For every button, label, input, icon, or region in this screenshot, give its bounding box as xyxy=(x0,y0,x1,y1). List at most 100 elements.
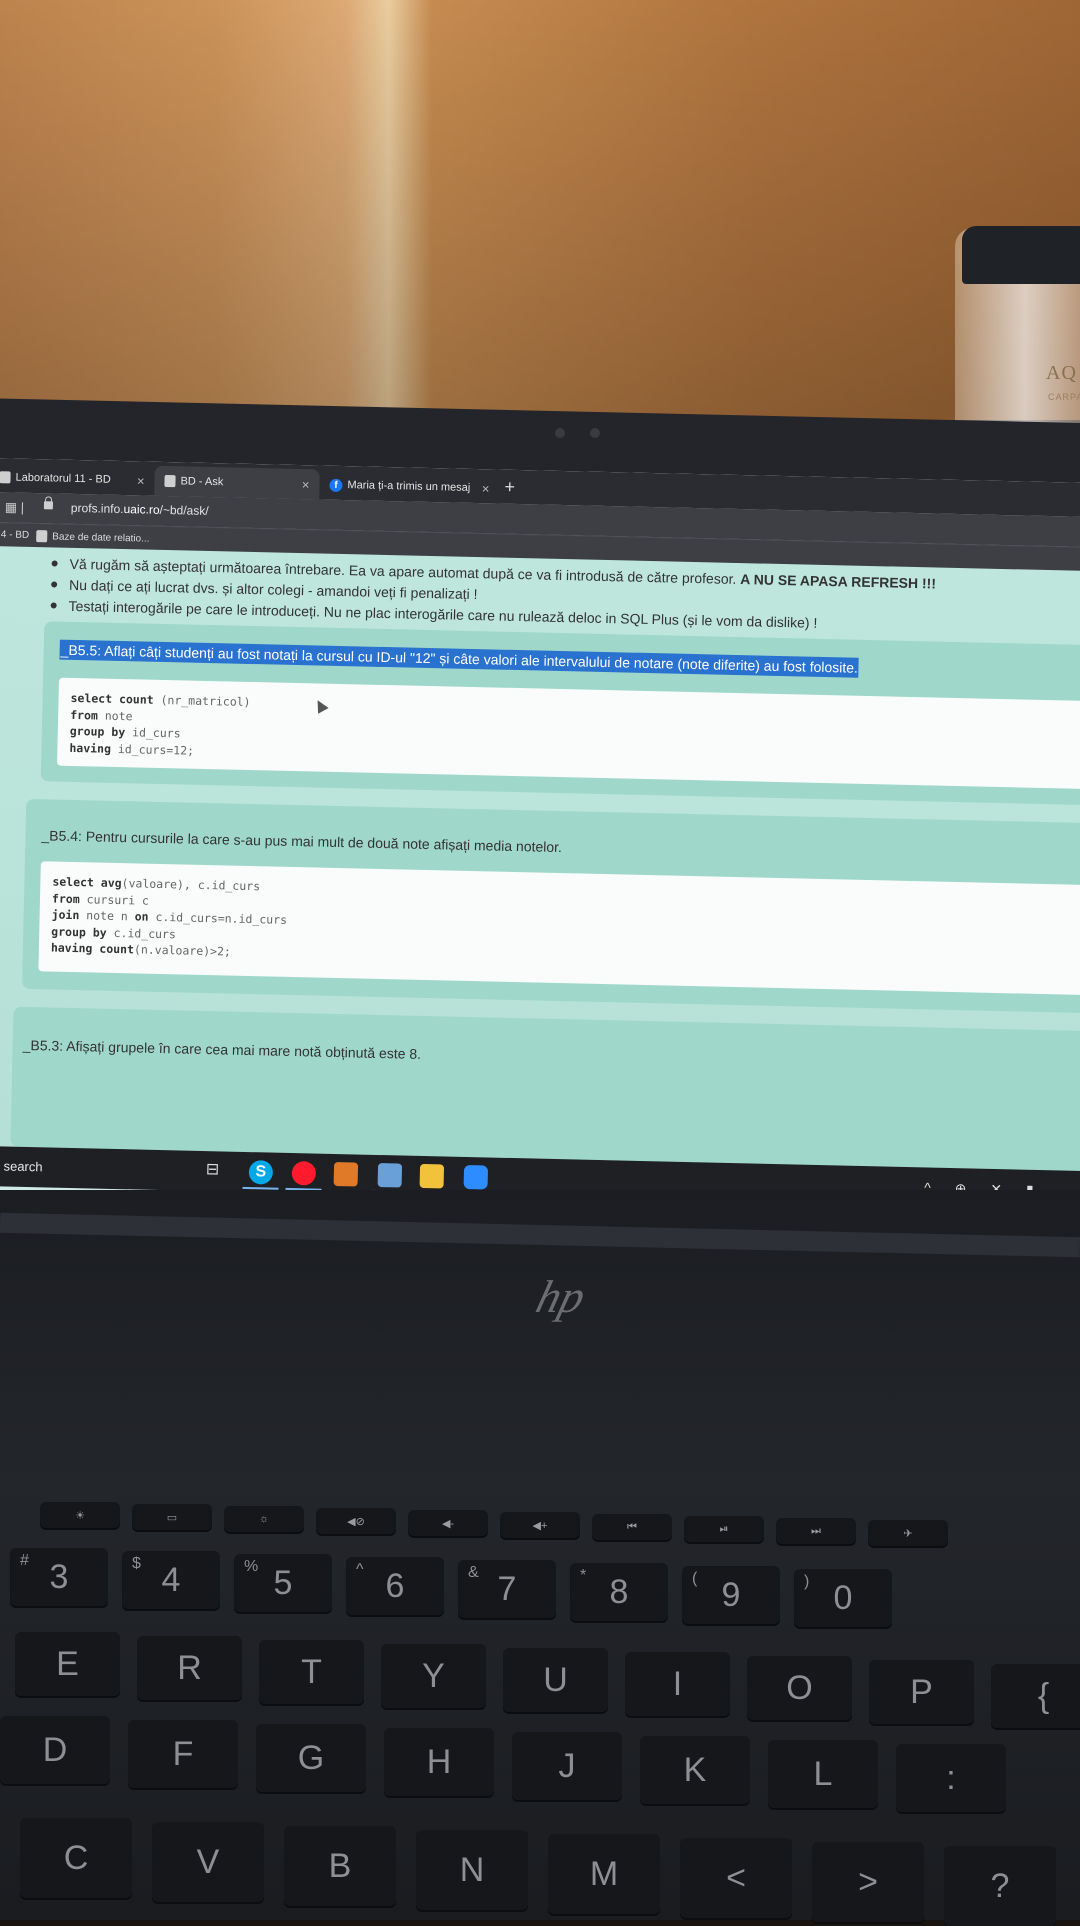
opera-icon[interactable] xyxy=(291,1161,317,1186)
key-p[interactable]: P xyxy=(869,1660,974,1724)
skype-icon[interactable]: S xyxy=(248,1160,274,1185)
key-label: ⏭ xyxy=(811,1524,821,1537)
key-label: N xyxy=(459,1850,485,1889)
key-label: ☀ xyxy=(75,1509,85,1522)
key-label: F xyxy=(172,1734,194,1773)
key-label: C xyxy=(63,1838,89,1877)
key-label: ⏮ xyxy=(627,1520,637,1533)
bookmark-item[interactable]: ul 4 - BD xyxy=(0,529,29,541)
key-label: > xyxy=(858,1862,878,1901)
function-key[interactable]: ◀- xyxy=(408,1510,488,1536)
key-label: 9 xyxy=(721,1575,741,1614)
key-label: 5 xyxy=(273,1563,293,1602)
tab-label: Maria ți-a trimis un mesaj xyxy=(347,479,471,494)
key-t[interactable]: T xyxy=(259,1640,364,1704)
key-j[interactable]: J xyxy=(512,1732,622,1800)
lock-icon[interactable] xyxy=(43,501,54,510)
key-5[interactable]: 5% xyxy=(234,1554,332,1612)
key-g[interactable]: G xyxy=(256,1724,366,1792)
key-0[interactable]: 0) xyxy=(794,1569,892,1627)
function-key[interactable]: ◀+ xyxy=(500,1512,580,1538)
key-label: L xyxy=(813,1754,833,1793)
close-icon[interactable]: × xyxy=(302,477,310,492)
key-{[interactable]: { xyxy=(991,1664,1080,1728)
key-6[interactable]: 6 ^ xyxy=(346,1557,444,1615)
key-r[interactable]: R xyxy=(137,1636,242,1700)
apps-grid-icon[interactable]: ▦ | xyxy=(5,499,25,515)
key-y[interactable]: Y xyxy=(381,1644,486,1708)
key-o[interactable]: O xyxy=(747,1656,852,1720)
key-f[interactable]: F xyxy=(128,1720,238,1788)
close-icon[interactable]: × xyxy=(137,473,145,488)
document-icon xyxy=(164,474,176,488)
tab-laboratorul[interactable]: Laboratorul 11 - BD × xyxy=(0,462,155,496)
zoom-icon[interactable] xyxy=(463,1164,489,1190)
key-b[interactable]: B xyxy=(284,1826,396,1906)
key-label: 8 xyxy=(609,1572,629,1611)
url-text[interactable]: profs.info.uaic.ro/~bd/ask/ xyxy=(71,501,209,518)
function-key[interactable]: ☀ xyxy=(40,1502,120,1528)
key-e[interactable]: E xyxy=(15,1632,120,1696)
facebook-icon: f xyxy=(329,478,343,492)
key-v[interactable]: V xyxy=(152,1822,264,1902)
answer-code-block[interactable]: select count (nr_matricol) from note gro… xyxy=(57,677,1080,790)
new-tab-button[interactable]: + xyxy=(504,477,515,498)
key->[interactable]: > xyxy=(812,1842,924,1922)
key-c[interactable]: C xyxy=(20,1818,132,1898)
key-:[interactable]: : xyxy=(896,1744,1006,1812)
key-label: 3 xyxy=(49,1557,69,1596)
key-label: ◀⊘ xyxy=(347,1515,365,1528)
taskbar-search[interactable]: re to search xyxy=(0,1158,43,1175)
key-label: R xyxy=(177,1648,202,1687)
key-shift-label: $ xyxy=(132,1555,141,1572)
page-content: Vă rugăm să așteptați următoarea întreba… xyxy=(0,545,1080,1172)
key-label: ☼ xyxy=(258,1513,270,1525)
function-key[interactable]: ▭ xyxy=(132,1504,212,1530)
function-key[interactable]: ✈ xyxy=(868,1520,948,1546)
question-card: _B5.3: Afișați grupele în care cea mai m… xyxy=(10,1006,1080,1172)
key-label: ◀+ xyxy=(532,1519,548,1532)
key-label: T xyxy=(301,1652,322,1691)
key-label: 6 xyxy=(385,1566,405,1605)
key-label: { xyxy=(1037,1676,1050,1715)
bottle-cap xyxy=(962,226,1080,284)
key-m[interactable]: M xyxy=(548,1834,660,1914)
bottle-label: AQ xyxy=(1046,362,1077,384)
key-4[interactable]: 4 $ xyxy=(122,1551,220,1609)
key-label: B xyxy=(328,1846,352,1885)
key-9[interactable]: 9( xyxy=(682,1566,780,1624)
function-key[interactable]: ◀⊘ xyxy=(316,1508,396,1534)
key-d[interactable]: D xyxy=(0,1716,110,1784)
bookmark-item[interactable]: Baze de date relatio... xyxy=(36,530,150,545)
key-3[interactable]: 3 # xyxy=(10,1548,108,1606)
task-view-icon[interactable]: ⊟ xyxy=(206,1159,231,1184)
key-l[interactable]: L xyxy=(768,1740,878,1808)
key-8[interactable]: 8 * xyxy=(570,1563,668,1621)
key-label: H xyxy=(426,1742,452,1781)
tab-bd-ask[interactable]: BD - Ask × xyxy=(154,465,320,500)
key-?[interactable]: ? xyxy=(944,1846,1056,1926)
key-label: G xyxy=(297,1738,325,1777)
key-label: M xyxy=(589,1854,619,1893)
key-shift-label: # xyxy=(20,1552,29,1569)
function-key[interactable]: ☼ xyxy=(224,1506,304,1532)
key-i[interactable]: I xyxy=(625,1652,730,1716)
laptop-screen: Laboratorul 11 - BD × BD - Ask × f Maria… xyxy=(0,458,1080,1245)
key-label: 4 xyxy=(161,1560,181,1599)
key-h[interactable]: H xyxy=(384,1728,494,1796)
key-7[interactable]: 7 & xyxy=(458,1560,556,1618)
tab-messenger[interactable]: f Maria ți-a trimis un mesaj × xyxy=(319,469,500,503)
close-icon[interactable]: × xyxy=(482,481,490,496)
function-key[interactable]: ⏮ xyxy=(592,1514,672,1540)
key-k[interactable]: K xyxy=(640,1736,750,1804)
answer-code-block[interactable]: select avg(valoare), c.id_curs from curs… xyxy=(38,861,1080,996)
key-label: ◀- xyxy=(441,1517,455,1530)
key-<[interactable]: < xyxy=(680,1838,792,1918)
paint-icon[interactable] xyxy=(333,1161,359,1187)
function-key[interactable]: ⏯ xyxy=(684,1516,764,1542)
function-key[interactable]: ⏭ xyxy=(776,1518,856,1544)
key-u[interactable]: U xyxy=(503,1648,608,1712)
media-player-icon[interactable] xyxy=(377,1162,403,1188)
file-explorer-icon[interactable] xyxy=(419,1163,445,1189)
key-n[interactable]: N xyxy=(416,1830,528,1910)
